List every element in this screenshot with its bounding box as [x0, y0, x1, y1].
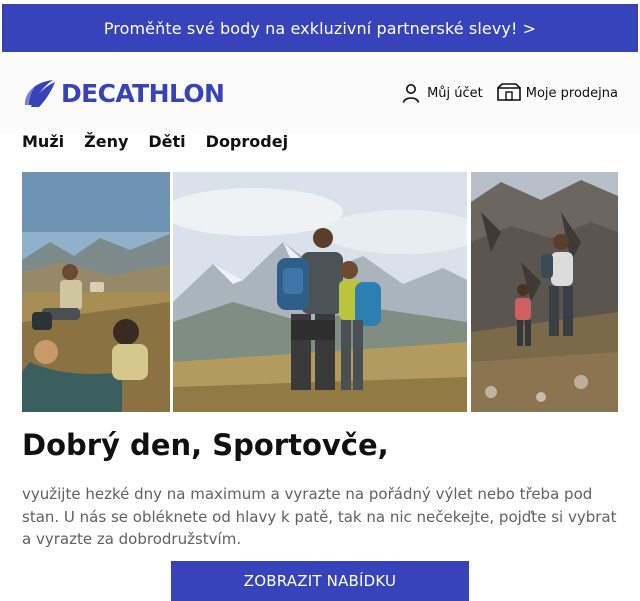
nav-item-muzi[interactable]: Muži: [22, 132, 64, 151]
brand-name: DECATHLON: [61, 78, 225, 108]
my-store-link[interactable]: Moje prodejna: [496, 83, 618, 103]
nav-item-zeny[interactable]: Ženy: [84, 132, 128, 151]
decathlon-logo[interactable]: DECATHLON: [22, 78, 225, 108]
father-son-mountain-view-photo: [173, 172, 467, 412]
header-links: Můj účet Moje prodejna: [400, 82, 618, 104]
intro-paragraph: využijte hezké dny na maximum a vyrazte …: [22, 485, 617, 548]
decathlon-logo-icon: [24, 80, 55, 107]
my-account-link[interactable]: Můj účet: [400, 82, 483, 104]
header: DECATHLON Můj účet Moje prodejna: [0, 52, 640, 134]
promo-text[interactable]: Proměňte své body na exkluzivní partners…: [104, 19, 536, 38]
store-icon: [496, 83, 521, 101]
nav-item-doprodej[interactable]: Doprodej: [206, 132, 288, 151]
my-account-label: Můj účet: [427, 85, 483, 101]
promo-banner[interactable]: Proměňte své body na exkluzivní partners…: [2, 4, 638, 52]
greeting-heading: Dobrý den, Sportovče,: [22, 428, 389, 462]
hikers-rocky-trail-photo: [471, 172, 618, 412]
hikers-resting-meadow-photo: [22, 172, 170, 412]
show-offer-button[interactable]: ZOBRAZIT NABÍDKU: [171, 561, 469, 601]
user-icon: [402, 84, 420, 103]
email-page: Proměňte své body na exkluzivní partners…: [0, 0, 640, 601]
nav-item-deti[interactable]: Děti: [148, 132, 185, 151]
hero-image-strip[interactable]: [22, 172, 618, 412]
category-nav: Muži Ženy Děti Doprodej: [22, 132, 288, 151]
my-store-label: Moje prodejna: [525, 85, 618, 101]
